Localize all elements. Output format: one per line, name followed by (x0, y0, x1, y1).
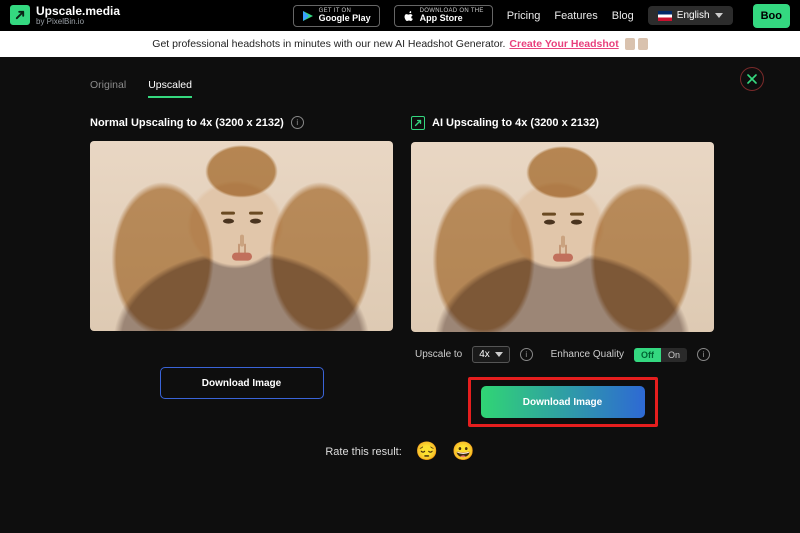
brand-sub: by PixelBin.io (36, 18, 120, 26)
tab-upscaled[interactable]: Upscaled (148, 79, 192, 98)
download-highlight: Download Image (468, 377, 658, 427)
close-button[interactable] (740, 67, 764, 91)
promo-strip: Get professional headshots in minutes wi… (0, 31, 800, 57)
enhance-quality-toggle[interactable]: Off On (634, 348, 687, 362)
boost-button[interactable]: Boo (753, 4, 790, 28)
panel-normal-upscale: Normal Upscaling to 4x (3200 x 2132) i D… (90, 116, 393, 427)
image-preview-normal (90, 141, 393, 331)
promo-text: Get professional headshots in minutes wi… (152, 38, 505, 50)
chevron-down-icon (495, 352, 503, 357)
apple-icon (403, 10, 415, 22)
google-play-icon (302, 10, 314, 22)
language-label: English (677, 10, 710, 21)
rate-good-emoji[interactable]: 😀 (452, 441, 474, 462)
download-button-ai[interactable]: Download Image (481, 386, 645, 418)
upscale-factor-select[interactable]: 4x (472, 346, 510, 363)
image-preview-ai (411, 142, 714, 332)
panel-title-ai: AI Upscaling to 4x (3200 x 2132) (432, 117, 599, 129)
promo-cta-link[interactable]: Create Your Headshot (509, 38, 618, 50)
nav-blog[interactable]: Blog (612, 10, 634, 22)
google-play-badge[interactable]: GET IT ON Google Play (293, 5, 380, 27)
app-store-badge[interactable]: Download on the App Store (394, 5, 493, 27)
rate-label: Rate this result: (325, 446, 401, 458)
info-icon[interactable]: i (291, 116, 304, 129)
upscale-factor-value: 4x (479, 349, 490, 360)
rate-bad-emoji[interactable]: 😔 (416, 441, 438, 462)
panel-title-normal: Normal Upscaling to 4x (3200 x 2132) (90, 117, 284, 129)
brand-name: Upscale.media (36, 5, 120, 18)
upscale-to-label: Upscale to (415, 349, 462, 360)
tab-original[interactable]: Original (90, 79, 126, 98)
close-icon (747, 74, 757, 84)
ai-logo-icon (411, 116, 425, 130)
brand[interactable]: Upscale.media by PixelBin.io (10, 5, 120, 26)
promo-thumbnails (625, 38, 648, 50)
flag-icon (658, 11, 672, 21)
chevron-down-icon (715, 13, 723, 18)
nav-pricing[interactable]: Pricing (507, 10, 541, 22)
info-icon[interactable]: i (520, 348, 533, 361)
info-icon[interactable]: i (697, 348, 710, 361)
download-button-normal[interactable]: Download Image (160, 367, 324, 399)
enhance-label: Enhance Quality (551, 349, 624, 360)
panel-ai-upscale: AI Upscaling to 4x (3200 x 2132) Upscale… (411, 116, 714, 427)
language-selector[interactable]: English (648, 6, 733, 25)
toggle-on: On (661, 348, 687, 362)
brand-logo-icon (10, 5, 30, 25)
toggle-off: Off (634, 348, 661, 362)
nav-features[interactable]: Features (554, 10, 597, 22)
